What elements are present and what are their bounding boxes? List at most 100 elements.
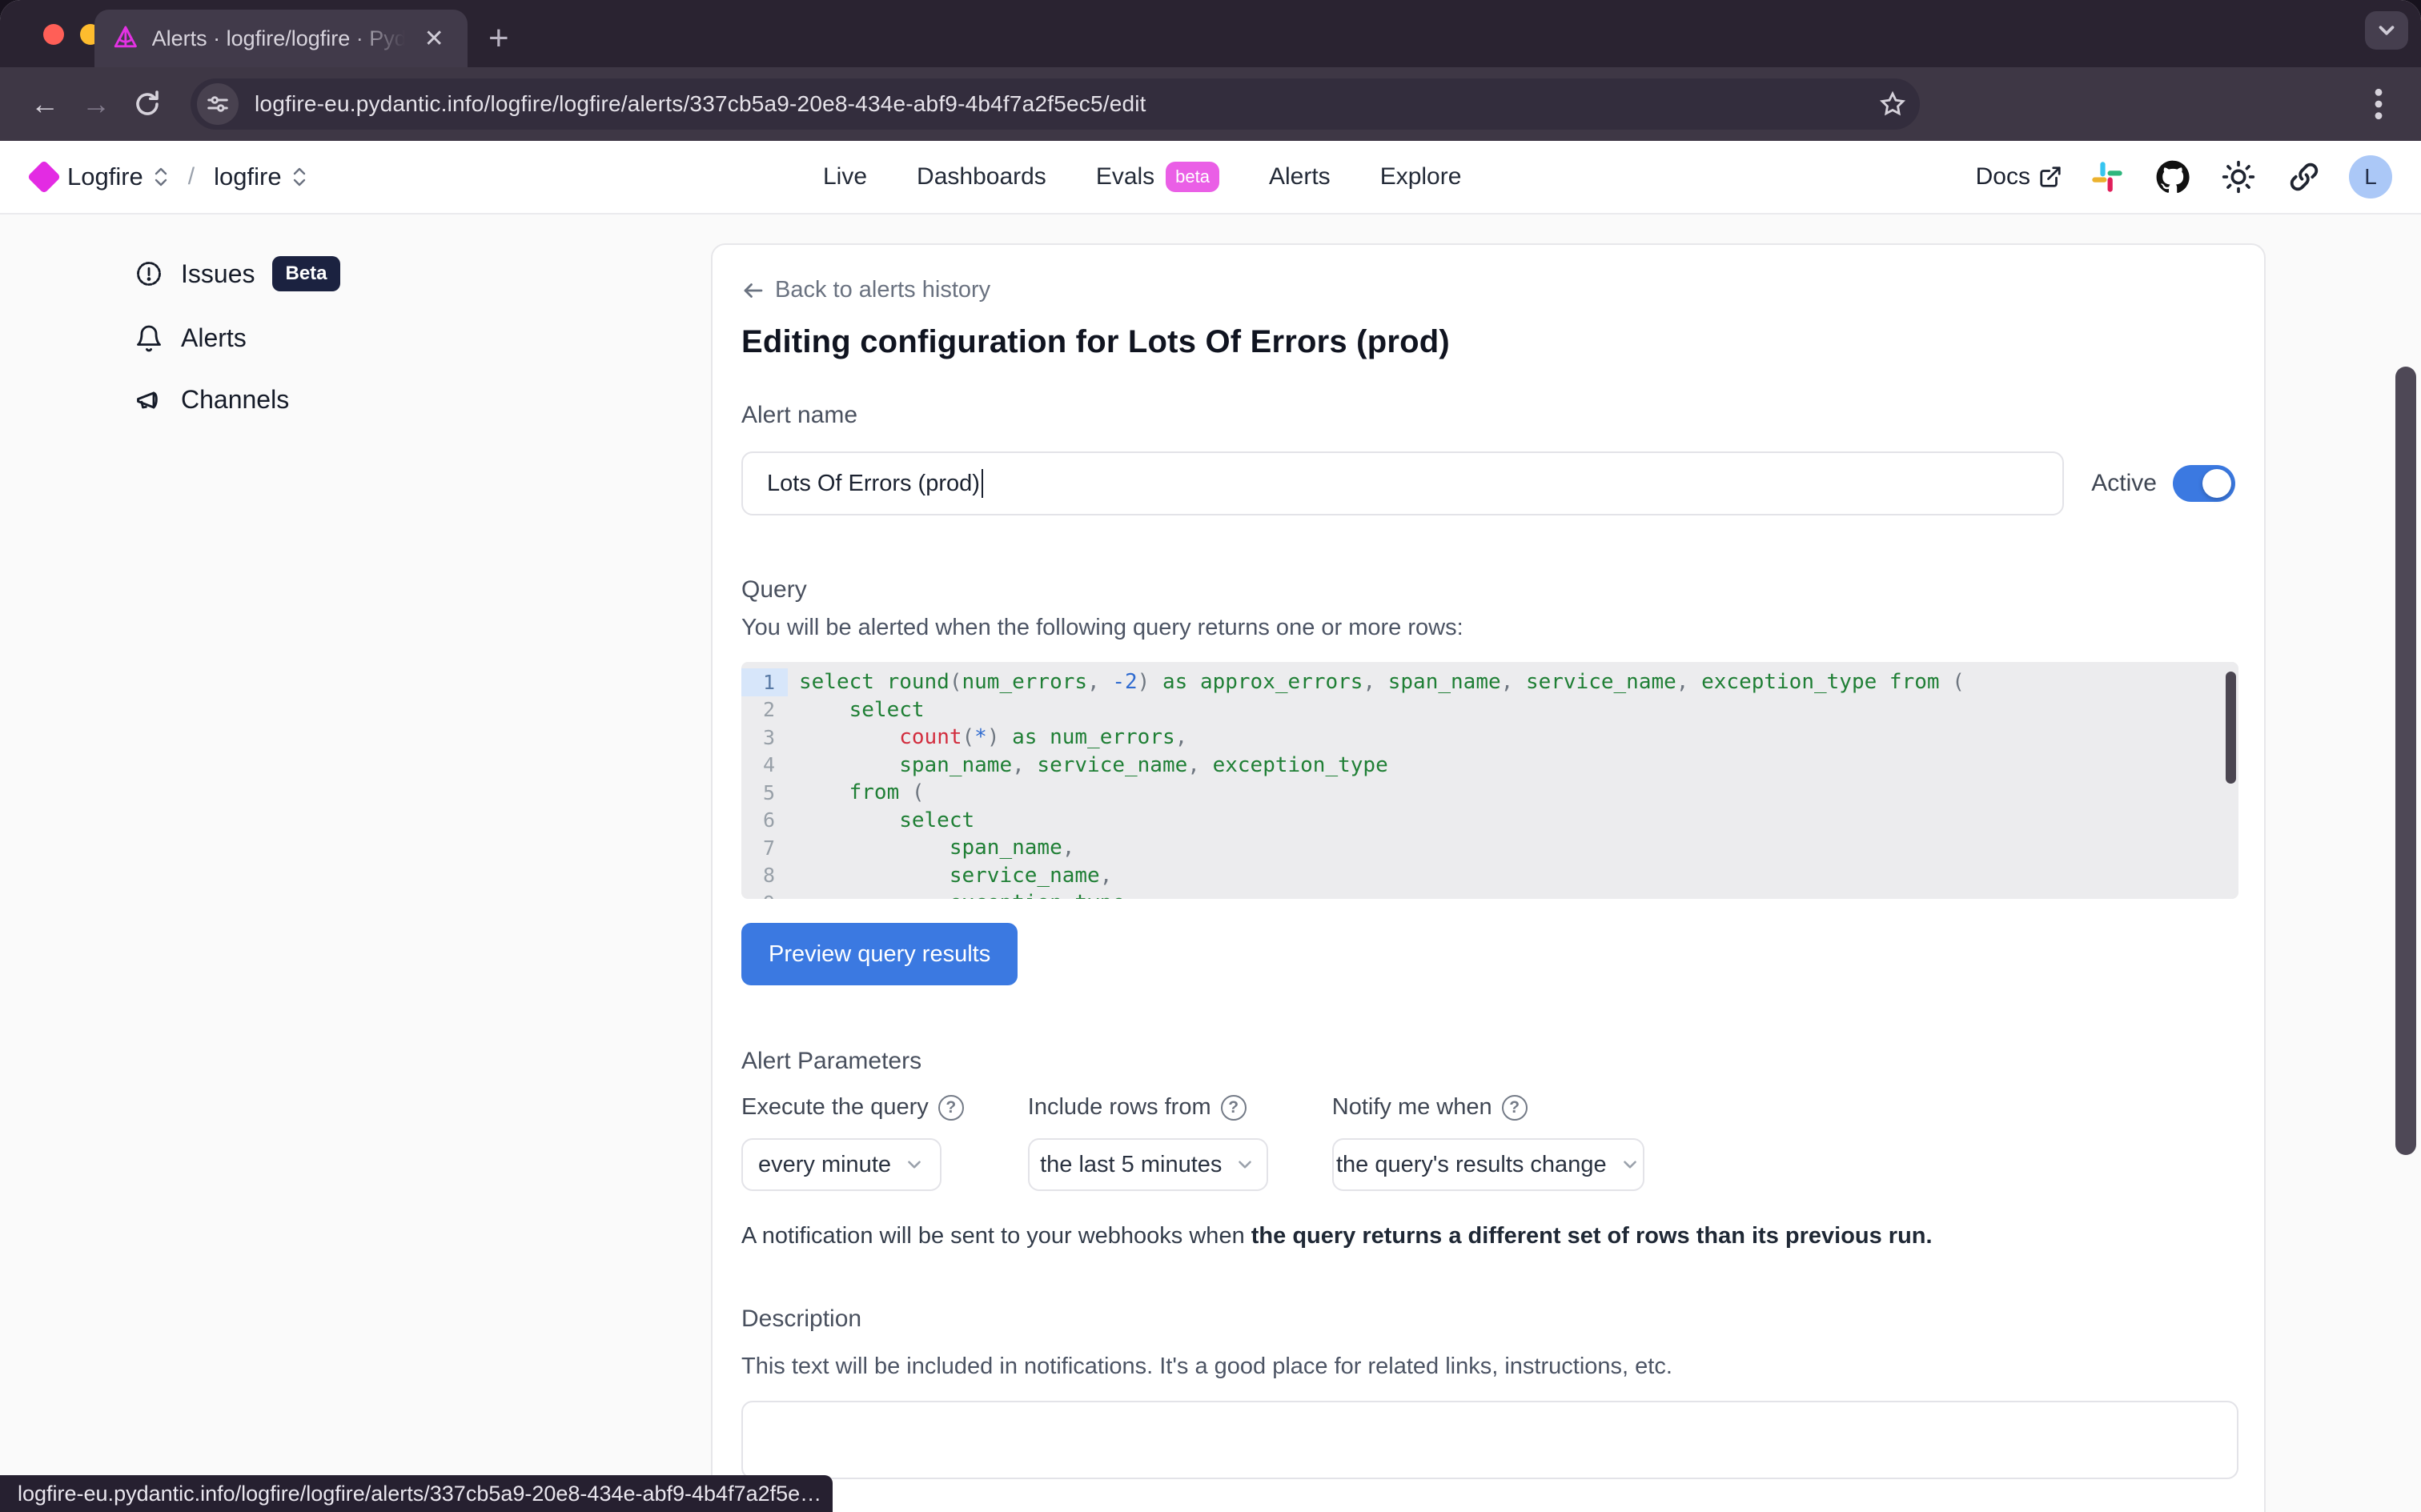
param-select-2[interactable]: the query's results change bbox=[1332, 1138, 1644, 1191]
help-icon[interactable]: ? bbox=[1221, 1095, 1247, 1121]
alert-parameters-row: Execute the query?every minuteInclude ro… bbox=[741, 1094, 2235, 1191]
link-icon bbox=[2287, 160, 2321, 194]
code-text: exception_type bbox=[788, 891, 1125, 899]
sql-query-editor[interactable]: 1select round(num_errors, -2) as approx_… bbox=[741, 662, 2238, 899]
page-scrollbar[interactable] bbox=[2395, 367, 2416, 1155]
code-line: 7 span_name, bbox=[741, 834, 2238, 862]
alert-name-input[interactable]: Lots Of Errors (prod) bbox=[741, 451, 2064, 515]
param-value: every minute bbox=[758, 1152, 891, 1178]
nav-label: Alerts bbox=[1269, 163, 1331, 191]
sidebar-item-label: Issues bbox=[181, 259, 255, 289]
line-number: 7 bbox=[741, 834, 788, 862]
code-line: 3 count(*) as num_errors, bbox=[741, 724, 2238, 752]
back-link-label: Back to alerts history bbox=[775, 277, 990, 303]
github-button[interactable] bbox=[2152, 156, 2194, 198]
nav-dashboards[interactable]: Dashboards bbox=[917, 163, 1046, 191]
line-number: 2 bbox=[741, 696, 788, 724]
nav-label: Dashboards bbox=[917, 163, 1046, 191]
page-content: Issues Beta Alerts Channels Back to alerts … bbox=[0, 215, 2421, 1512]
sidebar-item-alerts[interactable]: Alerts bbox=[134, 323, 689, 353]
forward-button[interactable]: → bbox=[74, 82, 118, 126]
nav-explore[interactable]: Explore bbox=[1380, 163, 1462, 191]
alert-name-value: Lots Of Errors (prod) bbox=[767, 471, 980, 497]
code-line: 2 select bbox=[741, 696, 2238, 724]
url-bar[interactable]: logfire-eu.pydantic.info/logfire/logfire… bbox=[191, 78, 1920, 130]
description-textarea[interactable] bbox=[741, 1401, 2238, 1479]
docs-link[interactable]: Docs bbox=[1976, 163, 2062, 191]
status-url-bar: logfire-eu.pydantic.info/logfire/logfire… bbox=[0, 1475, 833, 1512]
close-window-button[interactable] bbox=[43, 24, 64, 45]
share-link-button[interactable] bbox=[2283, 156, 2325, 198]
line-number: 3 bbox=[741, 724, 788, 752]
project-name: logfire bbox=[214, 162, 281, 191]
param-select-0[interactable]: every minute bbox=[741, 1138, 942, 1191]
code-text: select bbox=[788, 808, 974, 832]
help-icon[interactable]: ? bbox=[938, 1095, 964, 1121]
header-actions: Docs L bbox=[1976, 155, 2392, 199]
alert-parameters-title: Alert Parameters bbox=[741, 1048, 2235, 1075]
param-label: Notify me when bbox=[1332, 1094, 1492, 1121]
param-select-1[interactable]: the last 5 minutes bbox=[1028, 1138, 1268, 1191]
bookmark-star-button[interactable] bbox=[1873, 85, 1912, 123]
theme-toggle-button[interactable] bbox=[2218, 156, 2259, 198]
nav-label: Live bbox=[823, 163, 867, 191]
chevron-down-icon bbox=[1235, 1154, 1255, 1175]
back-button[interactable]: ← bbox=[22, 82, 67, 126]
tab-close-icon[interactable]: ✕ bbox=[418, 22, 450, 54]
browser-toolbar: ← → logfire-eu.pydantic.info/logfire/log… bbox=[0, 67, 2421, 141]
param-value: the query's results change bbox=[1336, 1152, 1607, 1178]
code-line: 5 from ( bbox=[741, 779, 2238, 807]
notification-summary: A notification will be sent to your webh… bbox=[741, 1223, 2235, 1249]
tab-search-button[interactable] bbox=[2365, 11, 2408, 50]
help-icon[interactable]: ? bbox=[1502, 1095, 1528, 1121]
beta-badge: Beta bbox=[272, 256, 339, 291]
code-scrollbar[interactable] bbox=[2226, 672, 2236, 784]
sidebar-item-issues[interactable]: Issues Beta bbox=[134, 256, 689, 291]
param-group: Notify me when? the query's results chang… bbox=[1332, 1094, 1644, 1191]
line-number: 8 bbox=[741, 862, 788, 890]
docs-label: Docs bbox=[1976, 163, 2030, 191]
browser-menu-button[interactable] bbox=[2359, 84, 2399, 124]
toggle-knob bbox=[2202, 469, 2231, 498]
slack-button[interactable] bbox=[2086, 156, 2128, 198]
active-toggle[interactable] bbox=[2173, 465, 2235, 502]
alert-circle-icon bbox=[134, 259, 163, 288]
code-text: select bbox=[788, 698, 925, 722]
alert-edit-card: Back to alerts history Editing configura… bbox=[711, 243, 2266, 1512]
org-selector[interactable]: Logfire bbox=[67, 162, 169, 191]
sidebar: Issues Beta Alerts Channels bbox=[0, 215, 689, 415]
text-cursor bbox=[982, 469, 983, 498]
slack-icon bbox=[2090, 159, 2125, 195]
sidebar-item-channels[interactable]: Channels bbox=[134, 385, 689, 415]
selector-updown-icon bbox=[291, 167, 307, 186]
tab-title: Alerts · logfire/logfire · Pydantic bbox=[152, 26, 406, 51]
new-tab-button[interactable]: + bbox=[488, 21, 509, 56]
query-label: Query bbox=[741, 576, 2235, 604]
param-value: the last 5 minutes bbox=[1040, 1152, 1222, 1178]
org-name: Logfire bbox=[67, 162, 143, 191]
reload-button[interactable] bbox=[125, 82, 170, 126]
nav-live[interactable]: Live bbox=[823, 163, 867, 191]
url-text[interactable]: logfire-eu.pydantic.info/logfire/logfire… bbox=[255, 91, 1857, 117]
project-selector[interactable]: logfire bbox=[214, 162, 307, 191]
line-number: 9 bbox=[741, 889, 788, 899]
description-helper: This text will be included in notificati… bbox=[741, 1354, 2235, 1380]
megaphone-icon bbox=[134, 386, 163, 415]
user-avatar[interactable]: L bbox=[2349, 155, 2392, 199]
browser-tab[interactable]: Alerts · logfire/logfire · Pydantic ✕ bbox=[94, 10, 468, 67]
code-text: select round(num_errors, -2) as approx_e… bbox=[788, 670, 1965, 694]
site-settings-button[interactable] bbox=[197, 83, 239, 125]
selector-updown-icon bbox=[153, 167, 169, 186]
nav-alerts[interactable]: Alerts bbox=[1269, 163, 1331, 191]
nav-evals[interactable]: Evalsbeta bbox=[1096, 162, 1219, 192]
code-text: from ( bbox=[788, 780, 925, 804]
param-label: Execute the query bbox=[741, 1094, 929, 1121]
back-to-alerts-link[interactable]: Back to alerts history bbox=[741, 277, 2235, 303]
logfire-favicon-icon bbox=[112, 25, 139, 52]
star-icon bbox=[1879, 90, 1906, 118]
preview-query-button[interactable]: Preview query results bbox=[741, 923, 1018, 985]
line-number: 6 bbox=[741, 807, 788, 835]
alert-name-label: Alert name bbox=[741, 402, 2235, 429]
code-line: 4 span_name, service_name, exception_typ… bbox=[741, 752, 2238, 780]
code-line: 8 service_name, bbox=[741, 862, 2238, 890]
